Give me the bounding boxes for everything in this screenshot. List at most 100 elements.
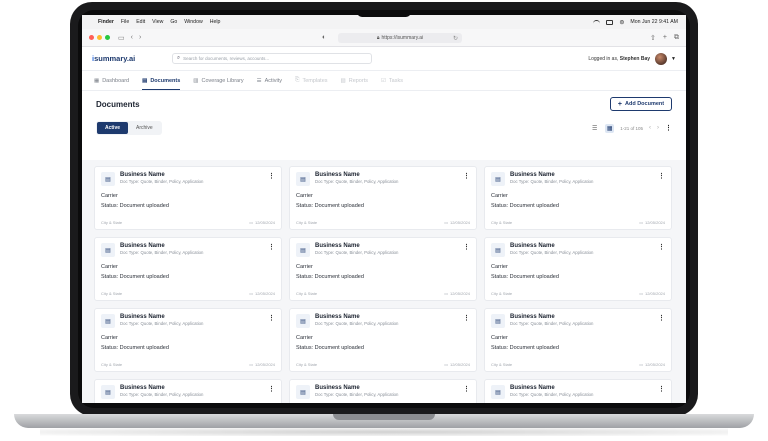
battery-icon[interactable] — [606, 19, 614, 25]
tab-label: Reports — [348, 78, 368, 84]
carrier: Carrier — [491, 264, 508, 270]
document-icon: ▤ — [101, 243, 115, 257]
avatar[interactable] — [655, 52, 668, 65]
tab-templates[interactable]: ⎘ Templates — [295, 77, 327, 90]
business-name: Business Name — [315, 172, 360, 178]
card-menu-icon[interactable]: ⋮ — [268, 243, 275, 251]
card-menu-icon[interactable]: ⋮ — [463, 314, 470, 322]
tab-activity[interactable]: ☰ Activity — [257, 78, 282, 90]
document-card[interactable]: ▤ Business Name Doc Type: Quote, Binder,… — [484, 237, 672, 301]
card-menu-icon[interactable]: ⋮ — [268, 385, 275, 393]
document-icon: ▤ — [101, 314, 115, 328]
document-card[interactable]: ▤ Business Name Doc Type: Quote, Binder,… — [484, 166, 672, 230]
menu-edit[interactable]: Edit — [136, 19, 145, 25]
location: City & State — [101, 362, 123, 367]
segment-archive[interactable]: Archive — [128, 122, 161, 134]
next-page-icon[interactable]: › — [657, 125, 659, 131]
card-menu-icon[interactable]: ⋮ — [658, 243, 665, 251]
lock-icon: 🔒︎ — [376, 35, 380, 41]
menu-help[interactable]: Help — [210, 19, 221, 25]
card-date: ▭ 12/05/2024 — [444, 291, 470, 296]
document-card[interactable]: ▤ Business Name Doc Type: Quote, Binder,… — [289, 166, 477, 230]
menu-app-name[interactable]: Finder — [98, 19, 114, 25]
library-icon: ▥ — [193, 78, 199, 84]
doc-type: Doc Type: Quote, Binder, Policy, Applica… — [315, 250, 399, 255]
menu-datetime[interactable]: Mon Jun 22 9:41 AM — [630, 19, 678, 25]
document-card[interactable]: ▤ Business Name Doc Type: Quote, Binder,… — [289, 237, 477, 301]
card-menu-icon[interactable]: ⋮ — [463, 385, 470, 393]
sidebar-toggle-icon[interactable]: ▭ — [118, 34, 125, 42]
carrier: Carrier — [491, 335, 508, 341]
document-icon: ▤ — [296, 314, 310, 328]
tab-label: Templates — [302, 77, 328, 84]
search-input[interactable]: ⌕ Search for documents, reviews, account… — [172, 53, 372, 64]
calendar-icon: ▭ — [444, 362, 448, 367]
card-menu-icon[interactable]: ⋮ — [268, 172, 275, 180]
document-icon: ▤ — [101, 385, 115, 399]
card-menu-icon[interactable]: ⋮ — [463, 172, 470, 180]
menu-file[interactable]: File — [121, 19, 129, 25]
tab-overview-icon[interactable]: ⧉ — [674, 34, 679, 42]
tab-coverage-library[interactable]: ▥ Coverage Library — [193, 78, 243, 90]
add-document-button[interactable]: + Add Document — [610, 97, 672, 111]
zoom-window-button[interactable] — [105, 35, 110, 40]
search-icon: ⌕ — [177, 55, 181, 61]
menu-bar: Finder File Edit View Go Window Help ⊜ M… — [82, 15, 686, 29]
date-text: 12/05/2024 — [254, 220, 275, 225]
browser-toolbar: ▭ ‹ › ◐ 🔒︎ https://isummary.ai ↻ ⇧ + ⧉ — [82, 29, 686, 47]
tab-dashboard[interactable]: ▦ Dashboard — [94, 78, 129, 90]
location: City & State — [101, 291, 123, 296]
minimize-window-button[interactable] — [97, 35, 102, 40]
document-card[interactable]: ▤ Business Name Doc Type: Quote, Binder,… — [289, 308, 477, 372]
document-card[interactable]: ▤ Business Name Doc Type: Quote, Binder,… — [94, 237, 282, 301]
reload-icon[interactable]: ↻ — [453, 35, 458, 42]
card-menu-icon[interactable]: ⋮ — [658, 172, 665, 180]
documents-toolbar: Active Archive ☰ ▦ 1-21 of 105 ‹ › ⋮ — [82, 117, 686, 139]
document-card[interactable]: ▤ Business Name Doc Type: Quote, Binder,… — [94, 308, 282, 372]
forward-icon[interactable]: › — [139, 34, 141, 41]
prev-page-icon[interactable]: ‹ — [649, 125, 651, 131]
menu-view[interactable]: View — [152, 19, 163, 25]
card-menu-icon[interactable]: ⋮ — [658, 385, 665, 393]
control-center-icon[interactable]: ⊜ — [619, 19, 624, 26]
wifi-icon[interactable] — [593, 19, 601, 25]
calendar-icon: ▭ — [639, 362, 643, 367]
status-text: Status: Document uploaded — [491, 274, 559, 280]
menu-window[interactable]: Window — [184, 19, 202, 25]
card-menu-icon[interactable]: ⋮ — [658, 314, 665, 322]
business-name: Business Name — [510, 314, 555, 320]
laptop-bezel: Finder File Edit View Go Window Help ⊜ M… — [78, 10, 690, 408]
document-card[interactable]: ▤ Business Name Doc Type: Quote, Binder,… — [484, 379, 672, 403]
document-card[interactable]: ▤ Business Name Doc Type: Quote, Binder,… — [289, 379, 477, 403]
doc-type: Doc Type: Quote, Binder, Policy, Applica… — [510, 321, 594, 326]
template-icon: ⎘ — [295, 77, 300, 83]
document-icon: ▤ — [142, 78, 148, 84]
tab-documents[interactable]: ▤ Documents — [142, 78, 181, 90]
tab-reports[interactable]: ▧ Reports — [341, 78, 368, 90]
more-options-icon[interactable]: ⋮ — [665, 124, 672, 132]
menu-go[interactable]: Go — [170, 19, 177, 25]
back-icon[interactable]: ‹ — [131, 34, 133, 41]
address-bar[interactable]: 🔒︎ https://isummary.ai ↻ — [338, 33, 462, 43]
share-icon[interactable]: ⇧ — [650, 34, 656, 42]
status-text: Status: Document uploaded — [491, 203, 559, 209]
document-card[interactable]: ▤ Business Name Doc Type: Quote, Binder,… — [484, 308, 672, 372]
privacy-shield-icon[interactable]: ◐ — [322, 34, 326, 41]
list-view-icon[interactable]: ☰ — [590, 124, 599, 133]
date-text: 12/05/2024 — [644, 220, 665, 225]
card-date: ▭ 12/05/2024 — [639, 291, 665, 296]
segment-active[interactable]: Active — [97, 122, 129, 134]
document-card[interactable]: ▤ Business Name Doc Type: Quote, Binder,… — [94, 166, 282, 230]
user-menu-chevron-icon[interactable]: ▼ — [671, 56, 676, 62]
close-window-button[interactable] — [89, 35, 94, 40]
carrier: Carrier — [296, 193, 313, 199]
new-tab-icon[interactable]: + — [663, 34, 667, 42]
date-text: 12/05/2024 — [254, 291, 275, 296]
card-menu-icon[interactable]: ⋮ — [463, 243, 470, 251]
card-menu-icon[interactable]: ⋮ — [268, 314, 275, 322]
tab-tasks[interactable]: ☑ Tasks — [381, 78, 403, 90]
plus-icon: + — [617, 100, 622, 108]
grid-view-icon[interactable]: ▦ — [605, 123, 615, 133]
document-card[interactable]: ▤ Business Name Doc Type: Quote, Binder,… — [94, 379, 282, 403]
logo[interactable]: isummary.ai — [92, 54, 152, 63]
